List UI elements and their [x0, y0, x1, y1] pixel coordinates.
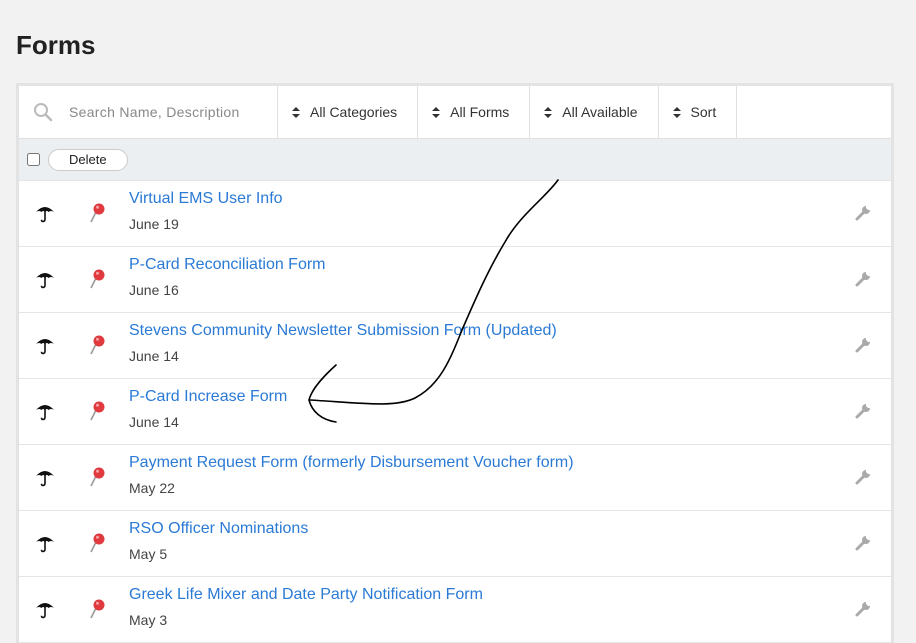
form-date: May 22 [129, 480, 175, 496]
wrench-icon[interactable] [855, 335, 873, 358]
sort-arrows-icon [292, 106, 300, 118]
pushpin-icon [89, 268, 107, 295]
umbrella-icon [35, 467, 55, 492]
list-item: Payment Request Form (formerly Disbursem… [19, 445, 891, 511]
umbrella-icon [35, 599, 55, 624]
sort-label: Sort [690, 104, 717, 120]
form-title-link[interactable]: Virtual EMS User Info [129, 190, 283, 208]
form-title-link[interactable]: Greek Life Mixer and Date Party Notifica… [129, 586, 483, 604]
wrench-icon[interactable] [855, 599, 873, 622]
list-item: P-Card Increase Form June 14 [19, 379, 891, 445]
sort-control[interactable]: Sort [659, 86, 738, 138]
wrench-icon[interactable] [855, 401, 873, 424]
search-icon [34, 103, 53, 122]
form-title-link[interactable]: Stevens Community Newsletter Submission … [129, 322, 557, 340]
form-title-link[interactable]: P-Card Increase Form [129, 388, 287, 406]
list-item: Stevens Community Newsletter Submission … [19, 313, 891, 379]
select-all-checkbox[interactable] [27, 153, 40, 166]
filter-availability-label: All Available [562, 104, 638, 120]
wrench-icon[interactable] [855, 533, 873, 556]
sort-arrows-icon [544, 106, 553, 118]
filter-toolbar: All Categories All Forms All Available S… [19, 86, 891, 139]
umbrella-icon [35, 335, 55, 360]
pushpin-icon [89, 334, 107, 361]
pushpin-icon [89, 466, 107, 493]
list-item: Virtual EMS User Info June 19 [19, 181, 891, 247]
form-date: May 3 [129, 612, 168, 628]
umbrella-icon [35, 203, 55, 228]
form-date: May 5 [129, 546, 168, 562]
form-date: June 19 [129, 216, 179, 232]
pushpin-icon [89, 202, 107, 229]
filter-forms-label: All Forms [450, 104, 510, 120]
sort-arrows-icon [672, 106, 681, 118]
pushpin-icon [89, 400, 107, 427]
search-box [19, 86, 278, 138]
form-title-link[interactable]: P-Card Reconciliation Form [129, 256, 326, 274]
form-title-link[interactable]: Payment Request Form (formerly Disbursem… [129, 454, 574, 472]
filter-categories-label: All Categories [310, 104, 398, 120]
wrench-icon[interactable] [855, 269, 873, 292]
forms-panel: All Categories All Forms All Available S… [16, 83, 894, 643]
sort-arrows-icon [432, 106, 441, 118]
filter-availability[interactable]: All Available [530, 86, 659, 138]
form-date: June 16 [129, 282, 179, 298]
form-title-link[interactable]: RSO Officer Nominations [129, 520, 308, 538]
filter-categories[interactable]: All Categories [278, 86, 419, 138]
list-item: Greek Life Mixer and Date Party Notifica… [19, 577, 891, 643]
list-item: RSO Officer Nominations May 5 [19, 511, 891, 577]
form-date: June 14 [129, 348, 179, 364]
page-title: Forms [16, 30, 96, 60]
pushpin-icon [89, 532, 107, 559]
umbrella-icon [35, 401, 55, 426]
list-item: P-Card Reconciliation Form June 16 [19, 247, 891, 313]
umbrella-icon [35, 533, 55, 558]
umbrella-icon [35, 269, 55, 294]
forms-list: Virtual EMS User Info June 19 P-Card Rec… [19, 181, 891, 643]
form-date: June 14 [129, 414, 179, 430]
delete-button[interactable]: Delete [48, 148, 128, 171]
wrench-icon[interactable] [855, 467, 873, 490]
wrench-icon[interactable] [855, 203, 873, 226]
filter-forms[interactable]: All Forms [418, 86, 531, 138]
search-input[interactable] [67, 103, 261, 121]
bulk-action-bar: Delete [19, 139, 891, 181]
